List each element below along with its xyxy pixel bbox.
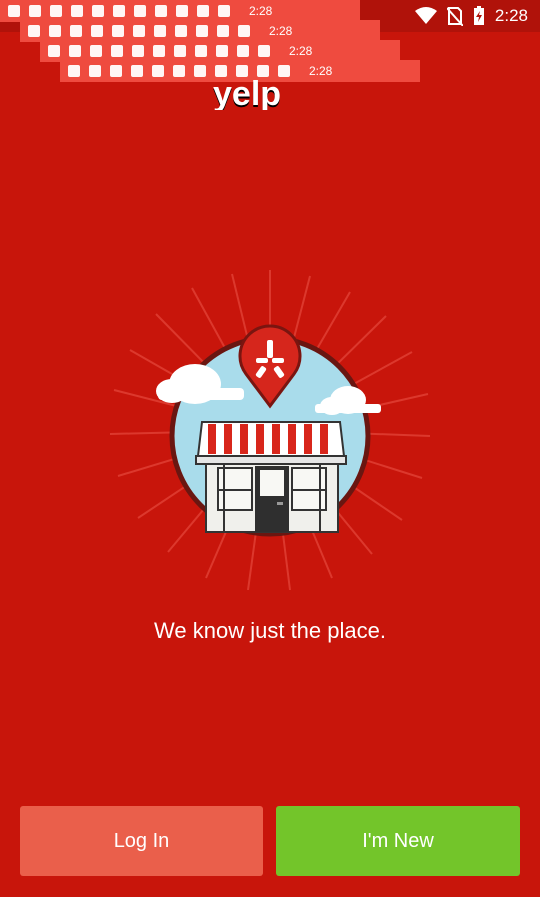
glitch-icon xyxy=(278,65,290,77)
glitch-icon xyxy=(197,5,209,17)
glitch-icon xyxy=(29,5,41,17)
glitch-icon xyxy=(258,45,270,57)
glitch-icon xyxy=(238,25,250,37)
glitch-icon xyxy=(155,5,167,17)
glitch-icon xyxy=(153,45,165,57)
glitch-icon xyxy=(112,25,124,37)
storefront-illustration xyxy=(110,270,430,590)
glitch-bar: 2:28 xyxy=(20,20,380,42)
glitch-icon xyxy=(194,65,206,77)
glitch-icon xyxy=(237,45,249,57)
glitch-icon xyxy=(216,45,228,57)
glitch-icon xyxy=(28,25,40,37)
glitch-icon xyxy=(90,45,102,57)
glitch-time: 2:28 xyxy=(269,24,293,38)
status-icons: 2:28 xyxy=(414,4,528,28)
glitch-icon xyxy=(257,65,269,77)
glitch-icon xyxy=(89,65,101,77)
glitch-icon xyxy=(175,25,187,37)
glitch-icon xyxy=(215,65,227,77)
glitch-time: 2:28 xyxy=(309,64,333,78)
glitch-icon xyxy=(111,45,123,57)
glitch-icon xyxy=(69,45,81,57)
glitch-icon xyxy=(195,45,207,57)
wifi-icon xyxy=(414,7,437,24)
no-sim-icon xyxy=(446,7,463,26)
glitch-icon xyxy=(48,45,60,57)
glitch-icon xyxy=(110,65,122,77)
yelp-logo: yelp xyxy=(213,78,282,110)
glitch-icon xyxy=(196,25,208,37)
glitch-icon xyxy=(92,5,104,17)
glitch-icon xyxy=(71,5,83,17)
glitch-icon xyxy=(132,45,144,57)
glitch-icon xyxy=(134,5,146,17)
battery-charging-icon xyxy=(473,6,484,25)
glitch-icon xyxy=(70,25,82,37)
glitch-time: 2:28 xyxy=(249,4,273,18)
glitch-icon xyxy=(131,65,143,77)
glitch-icon xyxy=(133,25,145,37)
glitch-icon xyxy=(218,5,230,17)
login-button[interactable]: Log In xyxy=(20,806,263,876)
glitch-icon xyxy=(217,25,229,37)
glitch-icon xyxy=(68,65,80,77)
glitch-icon xyxy=(113,5,125,17)
glitch-icon xyxy=(236,65,248,77)
tagline: We know just the place. xyxy=(154,618,386,643)
glitch-icon xyxy=(91,25,103,37)
im-new-button[interactable]: I'm New xyxy=(276,806,520,876)
glitch-icon xyxy=(152,65,164,77)
glitch-icon xyxy=(154,25,166,37)
storefront xyxy=(195,421,347,533)
glitch-time: 2:28 xyxy=(289,44,313,58)
glitch-icon xyxy=(174,45,186,57)
glitch-bar: 2:28 xyxy=(0,0,360,22)
glitch-icon xyxy=(173,65,185,77)
glitch-icon xyxy=(50,5,62,17)
glitch-icon xyxy=(8,5,20,17)
glitch-bar: 2:28 xyxy=(40,40,400,62)
glitch-icon xyxy=(49,25,61,37)
status-time: 2:28 xyxy=(494,6,528,25)
glitch-icon xyxy=(176,5,188,17)
